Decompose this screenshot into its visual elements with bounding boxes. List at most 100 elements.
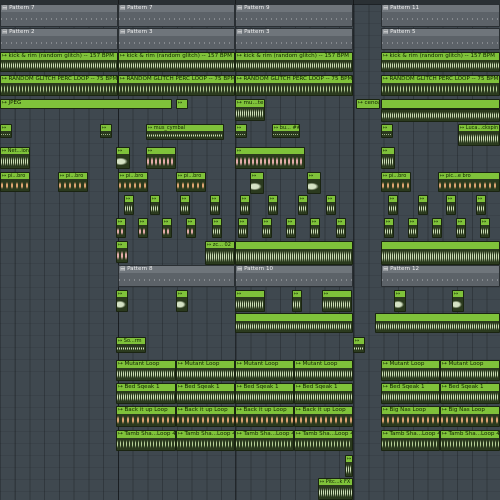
audio-clip[interactable]: ↦ xyxy=(235,147,305,169)
audio-clip[interactable]: ↦ xyxy=(210,195,220,215)
audio-clip[interactable]: ↦ Bed Sqeak 1 xyxy=(116,383,176,404)
audio-clip[interactable]: ↦ Tamb Sha...Loop 4 xyxy=(381,430,440,451)
audio-clip[interactable]: ↦ bu... ## xyxy=(272,124,300,138)
audio-clip[interactable]: ↦ xyxy=(100,124,112,138)
audio-clip[interactable] xyxy=(381,241,500,265)
audio-clip[interactable]: ↦ Back it up Loop xyxy=(176,406,235,427)
audio-clip[interactable]: ↦ Mutant Loop xyxy=(294,360,353,381)
audio-clip[interactable] xyxy=(235,241,353,265)
audio-clip[interactable]: ↦ Tamb Sha...Loop 4 xyxy=(440,430,500,451)
audio-clip[interactable]: ↦ kick & rim (random glitch) -- 157 BPM xyxy=(235,52,353,72)
audio-clip[interactable] xyxy=(375,313,500,333)
audio-clip[interactable]: ↦ xyxy=(124,195,134,215)
audio-clip[interactable]: ↦ xyxy=(186,218,196,238)
audio-clip[interactable]: ↦ xyxy=(418,195,428,215)
audio-clip[interactable]: ↦ xyxy=(446,195,456,215)
audio-clip[interactable]: ↦ pi...bro xyxy=(176,172,206,192)
audio-clip[interactable]: ↦ xyxy=(353,337,365,353)
audio-clip[interactable]: ↦ pic...e bro xyxy=(438,172,500,192)
audio-clip[interactable]: ↦ xyxy=(345,455,353,477)
audio-clip[interactable]: ↦ kick & rim (random glitch) -- 157 BPM xyxy=(0,52,118,72)
audio-clip[interactable]: ↦ kick & rim (random glitch) -- 157 BPM xyxy=(118,52,235,72)
audio-clip[interactable] xyxy=(235,313,353,333)
audio-clip[interactable]: ↦ xyxy=(146,147,176,169)
audio-clip[interactable]: ↦ Pitc...k FX xyxy=(318,478,353,500)
audio-clip[interactable]: ↦ xyxy=(180,195,190,215)
audio-clip[interactable]: ↦ Bed Sqeak 1 xyxy=(440,383,500,404)
audio-clip[interactable]: ↦ Mutant Loop xyxy=(116,360,176,381)
audio-clip[interactable]: ↦ Back it up Loop xyxy=(294,406,353,427)
audio-clip[interactable]: ↦ xyxy=(310,218,320,238)
audio-clip[interactable]: ↦ xyxy=(262,218,272,238)
audio-clip[interactable]: ↦ Luca...ckspin xyxy=(458,124,500,146)
audio-clip[interactable]: ↦ xyxy=(268,195,278,215)
audio-clip[interactable]: ↦ xyxy=(388,195,398,215)
audio-clip[interactable]: ↦ Net...ion xyxy=(0,147,30,169)
audio-clip[interactable]: ↦ pi...bro xyxy=(0,172,30,192)
audio-clip[interactable]: ↦ xyxy=(432,218,442,238)
audio-clip[interactable]: ↦ xyxy=(212,218,222,238)
pattern-clip[interactable]: ▤ Pattern 12 xyxy=(381,265,500,287)
audio-clip[interactable]: ↦ Bed Sqeak 1 xyxy=(294,383,353,404)
audio-clip[interactable]: ↦ xyxy=(238,218,248,238)
audio-clip[interactable]: ↦ Tamb Sha...Loop 4 xyxy=(294,430,353,451)
audio-clip[interactable]: ↦ Mutant Loop xyxy=(176,360,235,381)
audio-clip[interactable]: ↦ xyxy=(235,124,247,138)
pattern-clip[interactable]: ▤ Pattern 11 xyxy=(381,4,500,27)
audio-clip[interactable]: ↦ xyxy=(0,124,12,138)
audio-clip[interactable]: ↦ pi...bro xyxy=(118,172,148,192)
audio-clip[interactable]: ↦ Tamb Sha...Loop 4 xyxy=(116,430,176,451)
audio-clip[interactable]: ↦ xyxy=(456,218,466,238)
audio-clip[interactable]: ↦ cenoa xyxy=(356,99,380,109)
audio-clip[interactable]: ↦ xyxy=(384,218,394,238)
audio-clip[interactable]: ↦ Bed Sqeak 1 xyxy=(176,383,235,404)
audio-clip[interactable]: ↦ xyxy=(138,218,148,238)
pattern-clip[interactable]: ▤ Pattern 9 xyxy=(235,4,353,27)
pattern-clip[interactable]: ▤ Pattern 8 xyxy=(118,265,235,287)
pattern-clip[interactable]: ▤ Pattern 2 xyxy=(0,28,118,50)
audio-clip[interactable]: ↦ pi...bro xyxy=(58,172,88,192)
audio-clip[interactable] xyxy=(381,109,500,122)
audio-clip[interactable]: ↦ pi...bro xyxy=(381,172,411,192)
audio-clip[interactable]: ↦ xyxy=(286,218,296,238)
audio-clip[interactable]: ↦ Tamb Sha...Loop 4 xyxy=(176,430,235,451)
pattern-clip[interactable]: ▤ Pattern 3 xyxy=(235,28,353,50)
pattern-clip[interactable]: ▤ Pattern 7 xyxy=(118,4,235,27)
audio-clip[interactable]: ↦ xyxy=(336,218,346,238)
audio-clip[interactable]: ↦ xyxy=(322,290,352,312)
audio-clip[interactable]: ↦ xyxy=(394,290,406,312)
audio-clip[interactable]: ↦ Back it up Loop xyxy=(116,406,176,427)
audio-clip[interactable]: ↦ JPEG xyxy=(0,99,172,109)
audio-clip[interactable]: ↦ Mutant Loop xyxy=(235,360,294,381)
audio-clip[interactable]: ↦ Tamb Sha...Loop 4 xyxy=(235,430,294,451)
audio-clip[interactable]: ↦ RANDOM GLITCH PERC LOOP -- 75 BPM xyxy=(0,75,118,96)
audio-clip[interactable]: ↦ xyxy=(476,195,486,215)
audio-clip[interactable]: ↦ xyxy=(298,195,308,215)
pattern-clip[interactable]: ▤ Pattern 3 xyxy=(118,28,235,50)
audio-clip[interactable]: ↦ Bed Sqeak 1 xyxy=(381,383,440,404)
audio-clip[interactable]: ↦ xyxy=(162,218,172,238)
audio-clip[interactable]: ↦ xyxy=(116,218,126,238)
audio-clip[interactable]: ↦ RANDOM GLITCH PERC LOOP -- 75 BPM xyxy=(235,75,353,96)
audio-clip[interactable]: ↦ xyxy=(116,147,130,169)
audio-clip[interactable]: ↦ xyxy=(326,195,336,215)
audio-clip[interactable]: ↦ xyxy=(176,99,188,109)
audio-clip[interactable]: ↦ xyxy=(150,195,160,215)
pattern-clip[interactable]: ▤ Pattern 10 xyxy=(235,265,353,287)
audio-clip[interactable] xyxy=(381,99,500,109)
audio-clip[interactable]: ↦ zc... 02 xyxy=(205,241,235,265)
audio-clip[interactable]: ↦ mu...te xyxy=(235,99,265,121)
audio-clip[interactable]: ↦ Back it up Loop xyxy=(235,406,294,427)
audio-clip[interactable]: ↦ kick & rim (random glitch) -- 157 BPM xyxy=(381,52,500,72)
audio-clip[interactable]: ↦ Big Nas Loop xyxy=(381,406,440,427)
pattern-clip[interactable]: ▤ Pattern 7 xyxy=(0,4,118,27)
audio-clip[interactable]: ↦ Big Nas Loop xyxy=(440,406,500,427)
playlist-grid[interactable]: ▤ Pattern 7 ▤ Pattern 7 ▤ Pattern 9 ▤ Pa… xyxy=(0,0,500,500)
audio-clip[interactable]: ↦ xyxy=(235,290,265,312)
audio-clip[interactable]: ↦ xyxy=(452,290,464,312)
audio-clip[interactable]: ↦ xyxy=(176,290,188,312)
audio-clip[interactable]: ↦ xyxy=(307,172,321,194)
audio-clip[interactable]: ↦ Bed Sqeak 1 xyxy=(235,383,294,404)
audio-clip[interactable]: ↦ xyxy=(480,218,490,238)
audio-clip[interactable]: ↦ xyxy=(408,218,418,238)
